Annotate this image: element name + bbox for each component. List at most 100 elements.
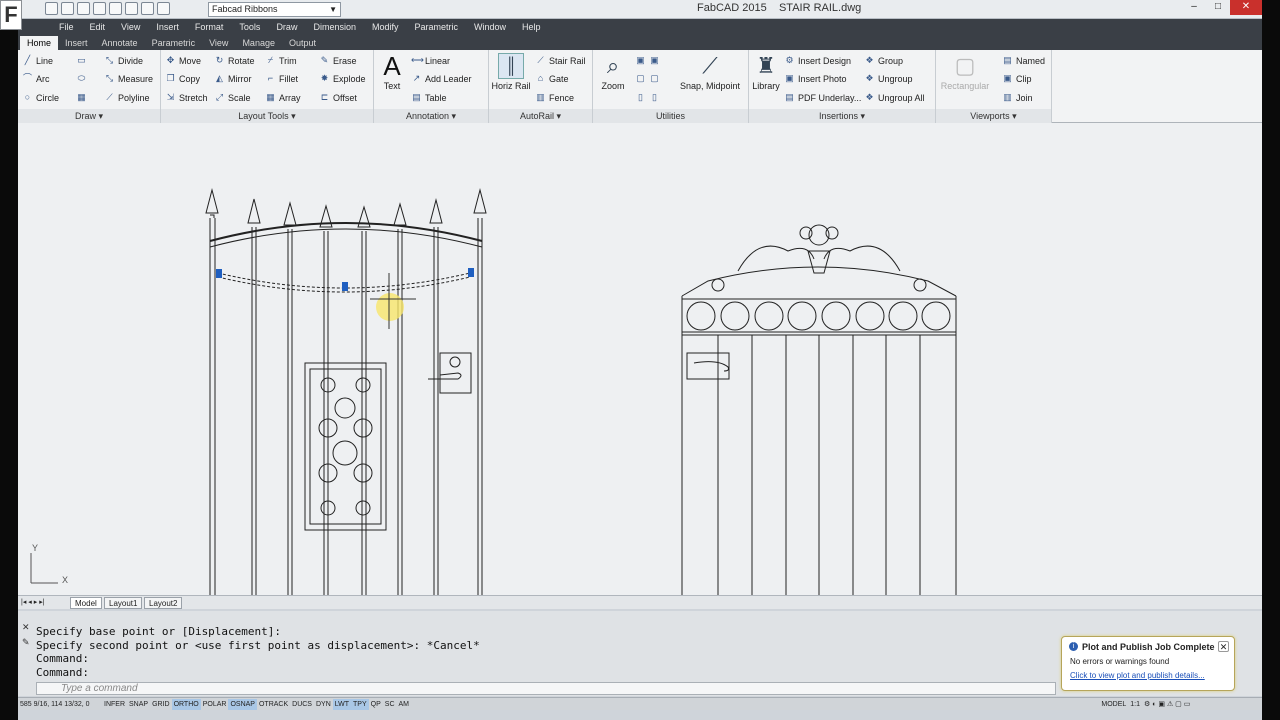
panel-title-autorail[interactable]: AutoRail ▾: [489, 109, 592, 123]
rotate-button[interactable]: ↻ Rotate: [214, 55, 255, 66]
menu-draw[interactable]: Draw: [268, 19, 305, 36]
toggle-osnap[interactable]: OSNAP: [228, 698, 257, 710]
notification-close-button[interactable]: ✕: [1218, 641, 1229, 652]
copy-button[interactable]: ❐ Copy: [165, 73, 200, 84]
add-leader-button[interactable]: ↗ Add Leader: [411, 73, 472, 84]
measure-button[interactable]: ⤡ Measure: [104, 73, 153, 84]
panel-title-viewports[interactable]: Viewports ▾: [936, 109, 1051, 123]
divide-button[interactable]: ⤡ Divide: [104, 55, 143, 66]
toggle-infer[interactable]: INFER: [102, 699, 127, 710]
trim-button[interactable]: ⌿ Trim: [265, 55, 297, 66]
toggle-otrack[interactable]: OTRACK: [257, 699, 290, 710]
named-button[interactable]: ▤ Named: [1002, 55, 1045, 66]
save-icon[interactable]: [77, 2, 90, 15]
arc-button[interactable]: ⌒ Arc: [22, 73, 50, 84]
ungroup-button[interactable]: ❖ Ungroup: [864, 73, 912, 84]
redo-icon[interactable]: [157, 2, 170, 15]
selection-grips[interactable]: [216, 268, 474, 291]
menu-dimension[interactable]: Dimension: [305, 19, 364, 36]
rectangular-button[interactable]: ▢ Rectangular: [940, 53, 990, 91]
app-logo[interactable]: F: [0, 0, 22, 30]
panel-title-insertions[interactable]: Insertions ▾: [749, 109, 935, 123]
text-button[interactable]: A Text: [378, 53, 406, 91]
menu-tools[interactable]: Tools: [231, 19, 268, 36]
toggle-snap[interactable]: SNAP: [127, 699, 150, 710]
join-button[interactable]: ▥ Join: [1002, 92, 1032, 103]
insert-design-button[interactable]: ⚙ Insert Design: [784, 55, 851, 66]
panel-title-annotation[interactable]: Annotation ▾: [374, 109, 488, 123]
toggle-polar[interactable]: POLAR: [201, 699, 229, 710]
menu-help[interactable]: Help: [514, 19, 549, 36]
group-button[interactable]: ❖ Group: [864, 55, 903, 66]
menu-modify[interactable]: Modify: [364, 19, 407, 36]
scale-button[interactable]: ⤢ Scale: [214, 92, 251, 103]
fence-button[interactable]: ▥ Fence: [535, 92, 574, 103]
stair-rail-button[interactable]: ⟋ Stair Rail: [535, 55, 585, 66]
fillet-button[interactable]: ⌐ Fillet: [265, 73, 298, 84]
array-button[interactable]: ▦ Array: [265, 92, 300, 103]
toggle-dyn[interactable]: DYN: [314, 699, 333, 710]
panel-title-layout-tools[interactable]: Layout Tools ▾: [161, 109, 373, 123]
hatch-button[interactable]: ▦: [76, 92, 87, 103]
library-button[interactable]: ♜ Library: [751, 53, 781, 91]
menu-window[interactable]: Window: [466, 19, 514, 36]
ellipse-button[interactable]: ⬭: [76, 73, 87, 84]
line-button[interactable]: ╱ Line: [22, 55, 53, 66]
coordinate-readout[interactable]: 585 9/16, 114 13/32, 0: [18, 699, 102, 710]
wrench-icon[interactable]: ✎: [22, 637, 30, 648]
status-tray-icons[interactable]: ⚙ ◐ ▣ ⚠ ▢ ▭: [1142, 699, 1262, 710]
panel-title-draw[interactable]: Draw ▾: [18, 109, 160, 123]
explode-button[interactable]: ✸ Explode: [319, 73, 366, 84]
plot-icon[interactable]: [109, 2, 122, 15]
layer-tool-2[interactable]: ▢ ▢: [635, 73, 660, 84]
new-icon[interactable]: [45, 2, 58, 15]
notification-details-link[interactable]: Click to view plot and publish details..…: [1070, 671, 1226, 680]
menu-view[interactable]: View: [113, 19, 148, 36]
menu-file[interactable]: File: [51, 19, 82, 36]
gate-button[interactable]: ⌂ Gate: [535, 73, 569, 84]
tab-view[interactable]: View: [202, 36, 235, 50]
toggle-ortho[interactable]: ORTHO: [171, 698, 201, 710]
tab-insert[interactable]: Insert: [58, 36, 95, 50]
layer-tool-1[interactable]: ▣ ▣: [635, 55, 660, 66]
menu-edit[interactable]: Edit: [82, 19, 114, 36]
model-space-toggle[interactable]: MODEL: [1099, 699, 1128, 710]
offset-button[interactable]: ⊏ Offset: [319, 92, 357, 103]
tab-home[interactable]: Home: [20, 36, 59, 50]
stretch-button[interactable]: ⇲ Stretch: [165, 92, 208, 103]
undo-icon[interactable]: [141, 2, 154, 15]
circle-button[interactable]: ○ Circle: [22, 92, 59, 103]
table-button[interactable]: ▤ Table: [411, 92, 446, 103]
ungroup-all-button[interactable]: ❖ Ungroup All: [864, 92, 924, 103]
tab-layout2[interactable]: Layout2: [144, 597, 183, 609]
workspace-dropdown[interactable]: Fabcad Ribbons ▼: [208, 2, 341, 17]
toggle-tpy[interactable]: TPY: [351, 698, 369, 710]
print-icon[interactable]: [125, 2, 138, 15]
open-icon[interactable]: [61, 2, 74, 15]
mirror-button[interactable]: ◭ Mirror: [214, 73, 251, 84]
close-button[interactable]: ✕: [1230, 0, 1262, 15]
pdf-underlay-button[interactable]: ▤ PDF Underlay...: [784, 92, 861, 103]
zoom-button[interactable]: ⌕ Zoom: [598, 53, 628, 91]
horiz-rail-button[interactable]: ║ Horiz Rail: [491, 53, 531, 91]
drawing-canvas[interactable]: Y X: [18, 123, 1262, 595]
command-input[interactable]: Type a command: [36, 682, 1056, 695]
tab-manage[interactable]: Manage: [235, 36, 282, 50]
minimize-button[interactable]: –: [1182, 0, 1206, 15]
toggle-lwt[interactable]: LWT: [332, 698, 352, 710]
snap-midpoint-button[interactable]: ⟋ Snap, Midpoint: [675, 53, 745, 91]
toggle-qp[interactable]: QP: [369, 699, 383, 710]
rectangle-button[interactable]: ▭: [76, 55, 87, 66]
insert-photo-button[interactable]: ▣ Insert Photo: [784, 73, 846, 84]
tab-model[interactable]: Model: [70, 597, 102, 609]
toggle-grid[interactable]: GRID: [150, 699, 172, 710]
clip-button[interactable]: ▣ Clip: [1002, 73, 1031, 84]
tab-output[interactable]: Output: [282, 36, 323, 50]
close-icon[interactable]: ✕: [22, 622, 30, 633]
menu-insert[interactable]: Insert: [148, 19, 187, 36]
tab-layout1[interactable]: Layout1: [104, 597, 143, 609]
tab-nav-arrows[interactable]: |◂ ◂ ▸ ▸|: [21, 598, 45, 606]
erase-button[interactable]: ✎ Erase: [319, 55, 357, 66]
toggle-ducs[interactable]: DUCS: [290, 699, 314, 710]
tab-annotate[interactable]: Annotate: [95, 36, 145, 50]
